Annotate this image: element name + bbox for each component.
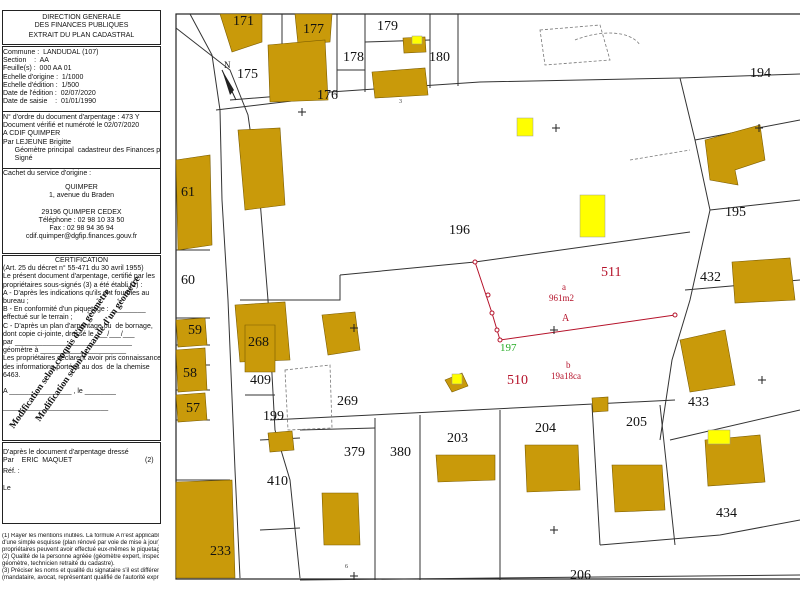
- cert-line-16: A ________________ , le ________: [3, 388, 116, 396]
- cert-line-15: [3, 380, 160, 388]
- parcel-205: 205: [626, 415, 647, 430]
- arpentage-code: (2): [145, 457, 154, 464]
- footnote-5: géomètre, technicien retraité du cadastr…: [2, 561, 115, 567]
- parcel-196: 196: [449, 223, 470, 238]
- cachet-line-5: Téléphone : 02 98 10 33 50: [38, 216, 125, 224]
- header-title-2: DES FINANCES PUBLIQUES: [34, 22, 129, 30]
- info-date-saisie: Date de saisie : 01/01/1990: [3, 98, 97, 106]
- parcel-176: 176: [317, 88, 338, 103]
- info-commune: Commune : LANDUDAL (107): [3, 49, 99, 56]
- parcel-233: 233: [210, 544, 231, 559]
- order-line-6: Signé: [3, 155, 33, 163]
- arpentage-ref: Réf. :: [3, 468, 20, 476]
- footnote-4: (2) Qualité de la personne agréée (géomè…: [2, 554, 159, 560]
- parcel-432: 432: [700, 270, 721, 285]
- cachet-line-1: QUIMPER: [65, 184, 98, 192]
- info-feuilles: Feuille(s) : 000 AA 01: [3, 65, 72, 73]
- parcel-197: 197: [500, 342, 517, 354]
- parcel-57: 57: [186, 401, 200, 416]
- division-b-area: 19a18ca: [551, 371, 581, 381]
- info-echelle-edition: Echelle d'édition : 1/500: [3, 81, 80, 89]
- cert-line-6: B - En conformité d'un piquetage : _____…: [3, 306, 146, 314]
- parcel-199: 199: [263, 409, 284, 424]
- parcel-269: 269: [337, 394, 358, 409]
- order-box: N° d'ordre du document d'arpentage : 473…: [2, 111, 161, 169]
- parcel-510: 510: [507, 373, 528, 388]
- parcel-433: 433: [688, 395, 709, 410]
- footnote-1: (1) Rayer les mentions inutiles. La form…: [2, 533, 159, 539]
- footnotes-box: (1) Rayer les mentions inutiles. La form…: [2, 533, 159, 585]
- cachet-label: Cachet du service d'origine :: [3, 170, 92, 177]
- footnote-6: (3) Préciser les noms et qualité du sign…: [2, 568, 159, 574]
- info-echelle-origine: Echelle d'origine : 1/1000: [3, 73, 84, 81]
- cert-line-14: 6463.: [3, 371, 21, 379]
- cadastral-map: N 171 177 179 178 180 175 176 194 196 61…: [172, 10, 800, 600]
- parcel-204: 204: [535, 421, 556, 436]
- order-line-3: A CDIF QUIMPER: [3, 130, 61, 138]
- order-line-4: Par LEJEUNE Brigitte: [3, 138, 72, 146]
- arpentage-box: D'après le document d'arpentage dressé P…: [2, 442, 161, 524]
- parcel-177: 177: [303, 22, 324, 37]
- parcel-175: 175: [237, 67, 258, 82]
- header-box: DIRECTION GENERALE DES FINANCES PUBLIQUE…: [2, 10, 161, 45]
- parcel-180: 180: [429, 50, 450, 65]
- cachet-line-4: 29196 QUIMPER CEDEX: [41, 208, 122, 216]
- parcel-171: 171: [233, 14, 254, 29]
- parcel-206: 206: [570, 568, 591, 583]
- info-section: Section : AA: [3, 57, 49, 65]
- cert-line-1: (Art. 25 du décret n° 55-471 du 30 avril…: [3, 265, 144, 273]
- street-number-6: 6: [345, 564, 348, 570]
- order-line-2: Document vérifié et numéroté le 02/07/20…: [3, 122, 140, 130]
- footnote-3: propriétaires peuvent avoir effectué eux…: [2, 547, 159, 553]
- parcel-511: 511: [601, 265, 621, 280]
- order-line-1: N° d'ordre du document d'arpentage : 473…: [3, 114, 140, 121]
- parcel-194: 194: [750, 66, 771, 81]
- parcel-203: 203: [447, 431, 468, 446]
- info-box: Commune : LANDUDAL (107) Section : AA Fe…: [2, 46, 161, 112]
- parcel-58: 58: [183, 366, 197, 381]
- cert-line-5: bureau ;: [3, 298, 29, 306]
- footnote-7: (mandataire, avocat, représentant qualif…: [2, 575, 159, 581]
- division-b-letter: b: [566, 360, 571, 370]
- parcel-60: 60: [181, 273, 195, 288]
- parcel-59: 59: [188, 323, 202, 338]
- arpentage-date: Le: [3, 484, 11, 492]
- parcel-178: 178: [343, 50, 364, 65]
- parcel-380: 380: [390, 445, 411, 460]
- info-date-edition: Date de l'édition : 02/07/2020: [3, 90, 96, 98]
- map-svg: N 171 177 179 178 180 175 176 194 196 61…: [172, 10, 800, 600]
- cert-line-4: A - D'après les indications qu'ils ont f…: [3, 289, 150, 297]
- cachet-line-3: [3, 201, 160, 209]
- parcel-379: 379: [344, 445, 365, 460]
- parcel-195: 195: [725, 205, 746, 220]
- north-label: N: [224, 60, 231, 70]
- order-line-5: Géomètre principal cadastreur des Financ…: [3, 146, 161, 154]
- header-title-3: EXTRAIT DU PLAN CADASTRAL: [28, 32, 135, 40]
- division-A: A: [562, 313, 570, 324]
- cartouche-panel: DIRECTION GENERALE DES FINANCES PUBLIQUE…: [0, 0, 172, 600]
- parcel-434: 434: [716, 506, 737, 521]
- parcel-409: 409: [250, 373, 271, 388]
- cachet-box: Cachet du service d'origine : QUIMPER 1,…: [2, 168, 161, 254]
- cachet-line-6: Fax : 02 98 94 36 94: [49, 225, 114, 233]
- footnote-2: d'une simple esquisse (plan rénové par v…: [2, 540, 159, 546]
- cachet-line-2: 1, avenue du Braden: [49, 192, 114, 200]
- parcel-61: 61: [181, 185, 195, 200]
- parcel-410: 410: [267, 474, 288, 489]
- arpentage-line-2: Par ERIC MAQUET: [3, 457, 73, 465]
- arpentage-line-1: D'après le document d'arpentage dressé: [3, 449, 129, 456]
- division-a-letter: a: [562, 282, 566, 292]
- division-a-area: 961m2: [549, 293, 574, 303]
- street-number-3: 3: [399, 99, 402, 105]
- parcel-268: 268: [248, 335, 269, 350]
- parcel-179: 179: [377, 19, 398, 34]
- cert-line-10: par ______________________________: [3, 339, 132, 347]
- header-title-1: DIRECTION GENERALE: [42, 14, 121, 21]
- cachet-line-7: cdif.quimper@dgfip.finances.gouv.fr: [25, 233, 138, 241]
- cert-title: CERTIFICATION: [54, 257, 109, 264]
